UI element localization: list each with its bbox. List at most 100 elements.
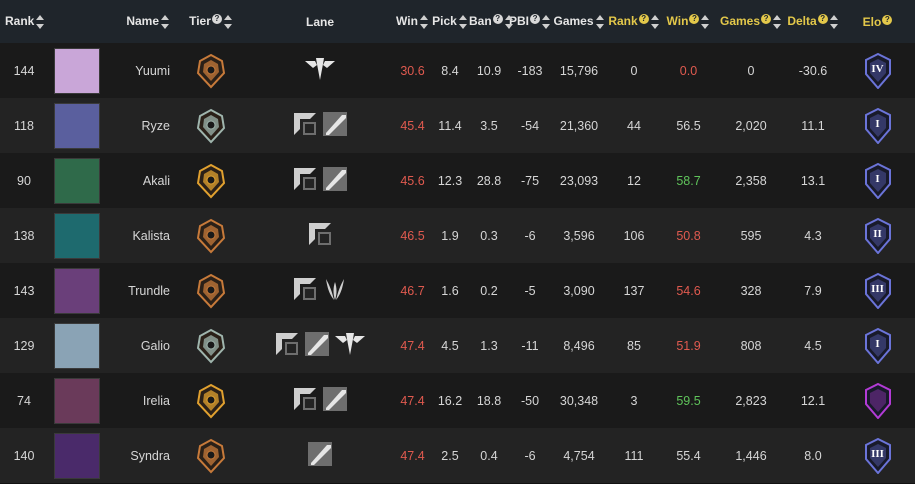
tier-bronze-icon — [196, 438, 226, 473]
cell-tier — [176, 318, 246, 373]
cell-lanes — [246, 98, 394, 153]
cell-delta: 8.0 — [804, 448, 822, 463]
help-icon[interactable]: ? — [638, 14, 649, 25]
cell-elo: III — [840, 263, 915, 318]
help-icon[interactable]: ? — [530, 14, 541, 25]
tier-bronze-icon — [196, 218, 226, 253]
elo-badge-icon: I — [863, 327, 893, 364]
table-row[interactable]: 129 Galio 47.4 4.5 1.3 -11 8,496 85 51.9 808 4.5 I — [0, 318, 915, 373]
champion-avatar[interactable] — [54, 377, 100, 424]
col-games[interactable]: Games — [551, 0, 607, 43]
cell-name[interactable]: Trundle — [106, 263, 176, 318]
help-icon[interactable]: ? — [882, 14, 893, 25]
sort-icon — [650, 14, 660, 29]
elo-numeral: I — [875, 117, 880, 130]
col-rank-delta-label: Rank — [608, 14, 638, 29]
help-icon[interactable]: ? — [492, 14, 503, 25]
cell-games: 21,360 — [559, 118, 599, 133]
cell-rank: 140 — [13, 448, 35, 463]
table-row[interactable]: 118 Ryze 45.4 11.4 3.5 -54 21,360 44 56.5 2,020 11… — [0, 98, 915, 153]
col-delta-label: Delta — [787, 14, 817, 29]
cell-win-delta: 59.5 — [676, 393, 701, 408]
col-pick[interactable]: Pick — [431, 0, 469, 43]
champion-avatar[interactable] — [54, 212, 100, 259]
help-icon[interactable]: ? — [817, 14, 828, 25]
table-row[interactable]: 90 Akali 45.6 12.3 28.8 -75 23,093 12 58.7 2,358 1… — [0, 153, 915, 208]
champion-avatar[interactable] — [54, 47, 100, 94]
table-row[interactable]: 140 Syndra 47.4 2.5 0.4 -6 4,754 111 55.4 1,446 8.… — [0, 428, 915, 483]
cell-name[interactable]: Ryze — [106, 98, 176, 153]
col-rank[interactable]: Rank — [0, 0, 48, 43]
cell-pick: 12.3 — [437, 173, 463, 188]
cell-win: 45.4 — [400, 118, 425, 133]
cell-rank: 118 — [14, 118, 34, 133]
champion-avatar[interactable] — [54, 267, 100, 314]
col-pbi[interactable]: PBI? — [509, 0, 551, 43]
table-row[interactable]: 138 Kalista 46.5 1.9 0.3 -6 3,596 106 50.8 595 4.3… — [0, 208, 915, 263]
col-elo[interactable]: Elo? — [840, 0, 915, 43]
cell-avatar — [48, 208, 106, 263]
sort-icon — [458, 14, 468, 29]
cell-games-delta: 595 — [740, 228, 762, 243]
cell-name[interactable]: Galio — [106, 318, 176, 373]
cell-ban: 3.5 — [480, 118, 498, 133]
table-row[interactable]: 74 Irelia 47.4 16.2 18.8 -50 30,348 3 59.5 2,823 1… — [0, 373, 915, 428]
sort-icon — [701, 14, 710, 29]
cell-games-delta: 2,358 — [735, 173, 767, 188]
col-games-delta[interactable]: Games? — [716, 0, 786, 43]
cell-pick: 2.5 — [441, 448, 459, 463]
sort-icon — [773, 14, 782, 29]
elo-numeral: III — [871, 447, 884, 460]
cell-name[interactable]: Kalista — [106, 208, 176, 263]
cell-ban: 0.3 — [480, 228, 498, 243]
cell-delta: 13.1 — [800, 173, 826, 188]
cell-win-delta: 51.9 — [676, 338, 701, 353]
cell-rank: 90 — [17, 173, 31, 188]
col-win[interactable]: Win — [394, 0, 431, 43]
cell-name[interactable]: Yuumi — [106, 43, 176, 98]
cell-win: 46.5 — [400, 228, 425, 243]
cell-elo: III — [840, 428, 915, 483]
cell-games: 15,796 — [559, 63, 599, 78]
help-icon[interactable]: ? — [689, 14, 700, 25]
cell-ban: 18.8 — [476, 393, 502, 408]
cell-rank-delta: 111 — [624, 448, 644, 463]
col-rank-label: Rank — [5, 14, 35, 29]
help-icon[interactable]: ? — [761, 14, 772, 25]
cell-name[interactable]: Irelia — [106, 373, 176, 428]
col-tier[interactable]: Tier? — [176, 0, 246, 43]
cell-rank-delta: 44 — [627, 118, 641, 133]
table-row[interactable]: 143 Trundle 46.7 1.6 0.2 -5 3,090 137 54.6 328 7.9… — [0, 263, 915, 318]
champion-avatar[interactable] — [54, 432, 100, 479]
cell-name[interactable]: Akali — [106, 153, 176, 208]
col-win-delta[interactable]: Win? — [661, 0, 716, 43]
sort-icon — [161, 14, 170, 29]
cell-tier — [176, 98, 246, 153]
cell-tier — [176, 263, 246, 318]
lane-jungle-icon — [326, 279, 344, 300]
cell-tier — [176, 43, 246, 98]
cell-ban: 28.8 — [476, 173, 502, 188]
cell-delta: -30.6 — [798, 63, 828, 78]
lane-top-icon — [294, 113, 316, 135]
col-ban[interactable]: Ban? — [469, 0, 513, 43]
cell-games-delta: 1,446 — [735, 448, 767, 463]
champion-avatar[interactable] — [54, 157, 100, 204]
cell-delta: 11.1 — [801, 118, 825, 133]
cell-ban: 10.9 — [476, 63, 502, 78]
col-avatar — [48, 0, 106, 43]
champion-avatar[interactable] — [54, 322, 100, 369]
cell-elo: II — [840, 208, 915, 263]
col-name[interactable]: Name — [106, 0, 176, 43]
cell-name[interactable]: Syndra — [106, 428, 176, 483]
elo-badge-icon: I — [863, 162, 893, 199]
cell-win: 47.4 — [400, 448, 425, 463]
table-row[interactable]: 144 Yuumi 30.6 8.4 10.9 -183 15,796 0 0.0 0 -30.6 I… — [0, 43, 915, 98]
help-icon[interactable]: ? — [211, 14, 222, 25]
tier-bronze-icon — [196, 273, 226, 308]
cell-ban: 1.3 — [480, 338, 498, 353]
col-delta[interactable]: Delta? — [786, 0, 840, 43]
lane-top-icon — [294, 168, 316, 190]
champion-avatar[interactable] — [54, 102, 100, 149]
col-rank-delta[interactable]: Rank? — [607, 0, 661, 43]
